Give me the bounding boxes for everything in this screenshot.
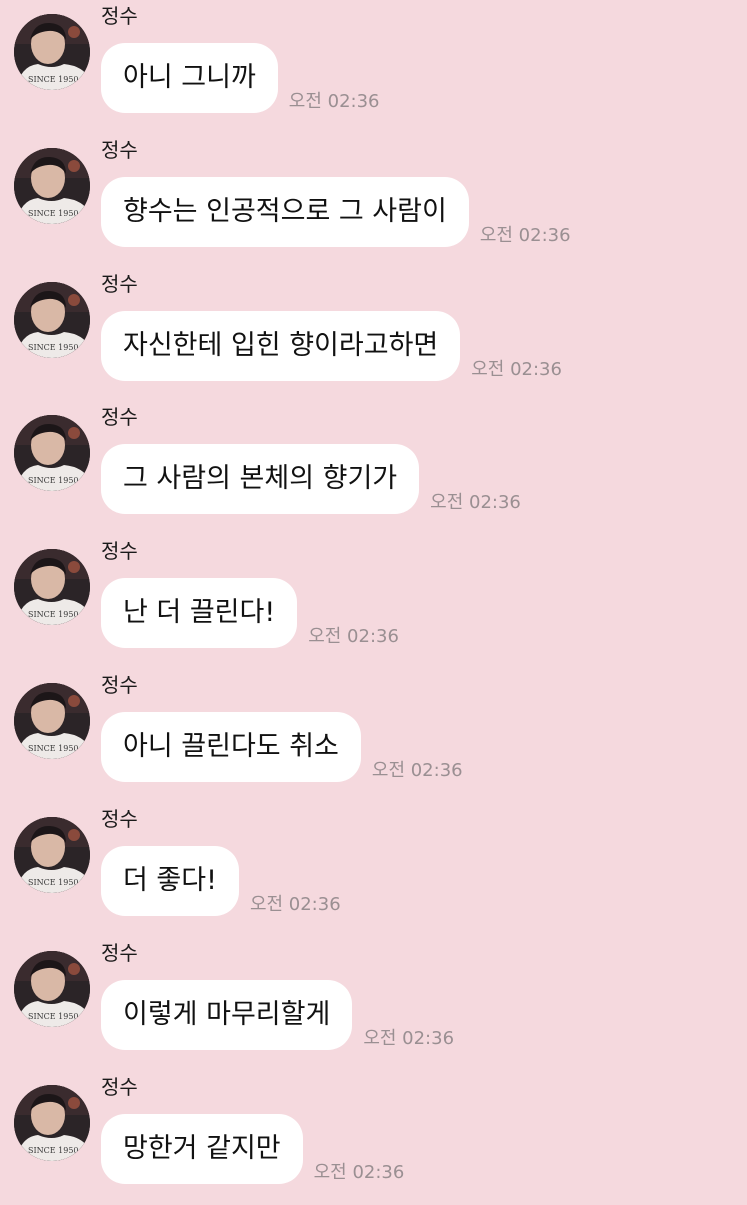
message-item: SINCE 1950 정수 그 사람의 본체의 향기가 오전 02:36 (0, 401, 747, 535)
avatar-image: SINCE 1950 (14, 951, 90, 1027)
message-bubble[interactable]: 난 더 끌린다! (101, 578, 298, 648)
avatar-image: SINCE 1950 (14, 683, 90, 759)
sender-name: 정수 (101, 1075, 138, 1099)
avatar[interactable]: SINCE 1950 (14, 951, 90, 1027)
message-item: SINCE 1950 정수 망한거 같지만 오전 02:36 (0, 1071, 747, 1205)
svg-text:SINCE 1950: SINCE 1950 (28, 75, 79, 84)
message-timestamp: 오전 02:36 (313, 1162, 405, 1183)
message-row: 자신한테 입힌 향이라고하면 오전 02:36 (101, 311, 562, 381)
chat-message-list: SINCE 1950 정수 아니 그니까 오전 02:36 SINCE 1950… (0, 0, 747, 1200)
avatar-image: SINCE 1950 (14, 1085, 90, 1161)
avatar-image: SINCE 1950 (14, 817, 90, 893)
message-row: 그 사람의 본체의 향기가 오전 02:36 (101, 444, 521, 514)
avatar[interactable]: SINCE 1950 (14, 549, 90, 625)
sender-name: 정수 (101, 4, 138, 28)
message-bubble[interactable]: 아니 그니까 (101, 43, 278, 113)
avatar[interactable]: SINCE 1950 (14, 148, 90, 224)
avatar-image: SINCE 1950 (14, 549, 90, 625)
message-bubble[interactable]: 더 좋다! (101, 846, 239, 916)
svg-text:SINCE 1950: SINCE 1950 (28, 1146, 79, 1155)
avatar-image: SINCE 1950 (14, 415, 90, 491)
svg-text:SINCE 1950: SINCE 1950 (28, 1012, 79, 1021)
avatar[interactable]: SINCE 1950 (14, 415, 90, 491)
message-row: 아니 그니까 오전 02:36 (101, 43, 380, 113)
svg-text:SINCE 1950: SINCE 1950 (28, 209, 79, 218)
message-row: 더 좋다! 오전 02:36 (101, 846, 341, 916)
message-timestamp: 오전 02:36 (288, 91, 380, 112)
message-item: SINCE 1950 정수 이렇게 마무리할게 오전 02:36 (0, 937, 747, 1071)
avatar-image: SINCE 1950 (14, 282, 90, 358)
message-row: 난 더 끌린다! 오전 02:36 (101, 578, 399, 648)
message-item: SINCE 1950 정수 난 더 끌린다! 오전 02:36 (0, 535, 747, 669)
sender-name: 정수 (101, 272, 138, 296)
message-item: SINCE 1950 정수 자신한테 입힌 향이라고하면 오전 02:36 (0, 268, 747, 402)
svg-text:SINCE 1950: SINCE 1950 (28, 878, 79, 887)
message-timestamp: 오전 02:36 (249, 894, 341, 915)
message-timestamp: 오전 02:36 (430, 492, 521, 513)
message-item: SINCE 1950 정수 아니 끌린다도 취소 오전 02:36 (0, 669, 747, 803)
svg-text:SINCE 1950: SINCE 1950 (28, 476, 79, 485)
message-bubble[interactable]: 아니 끌린다도 취소 (101, 712, 361, 782)
avatar[interactable]: SINCE 1950 (14, 282, 90, 358)
sender-name: 정수 (101, 405, 138, 429)
message-bubble[interactable]: 이렇게 마무리할게 (101, 980, 353, 1050)
message-item: SINCE 1950 정수 향수는 인공적으로 그 사람이 오전 02:36 (0, 134, 747, 268)
svg-text:SINCE 1950: SINCE 1950 (28, 343, 79, 352)
message-row: 이렇게 마무리할게 오전 02:36 (101, 980, 454, 1050)
message-row: 아니 끌린다도 취소 오전 02:36 (101, 712, 463, 782)
message-bubble[interactable]: 망한거 같지만 (101, 1114, 303, 1184)
avatar[interactable]: SINCE 1950 (14, 817, 90, 893)
svg-text:SINCE 1950: SINCE 1950 (28, 610, 79, 619)
sender-name: 정수 (101, 539, 138, 563)
avatar[interactable]: SINCE 1950 (14, 1085, 90, 1161)
message-timestamp: 오전 02:36 (363, 1028, 455, 1049)
message-bubble[interactable]: 자신한테 입힌 향이라고하면 (101, 311, 461, 381)
avatar-image: SINCE 1950 (14, 148, 90, 224)
sender-name: 정수 (101, 138, 138, 162)
avatar-image: SINCE 1950 (14, 14, 90, 90)
sender-name: 정수 (101, 673, 138, 697)
message-item: SINCE 1950 정수 더 좋다! 오전 02:36 (0, 803, 747, 937)
message-row: 향수는 인공적으로 그 사람이 오전 02:36 (101, 177, 571, 247)
message-bubble[interactable]: 향수는 인공적으로 그 사람이 (101, 177, 469, 247)
message-row: 망한거 같지만 오전 02:36 (101, 1114, 404, 1184)
message-bubble[interactable]: 그 사람의 본체의 향기가 (101, 444, 420, 514)
message-timestamp: 오전 02:36 (471, 359, 562, 380)
message-timestamp: 오전 02:36 (479, 225, 571, 246)
avatar[interactable]: SINCE 1950 (14, 14, 90, 90)
avatar[interactable]: SINCE 1950 (14, 683, 90, 759)
message-item: SINCE 1950 정수 아니 그니까 오전 02:36 (0, 0, 747, 134)
sender-name: 정수 (101, 807, 138, 831)
sender-name: 정수 (101, 941, 138, 965)
message-timestamp: 오전 02:36 (308, 626, 399, 647)
message-timestamp: 오전 02:36 (371, 760, 463, 781)
svg-text:SINCE 1950: SINCE 1950 (28, 744, 79, 753)
